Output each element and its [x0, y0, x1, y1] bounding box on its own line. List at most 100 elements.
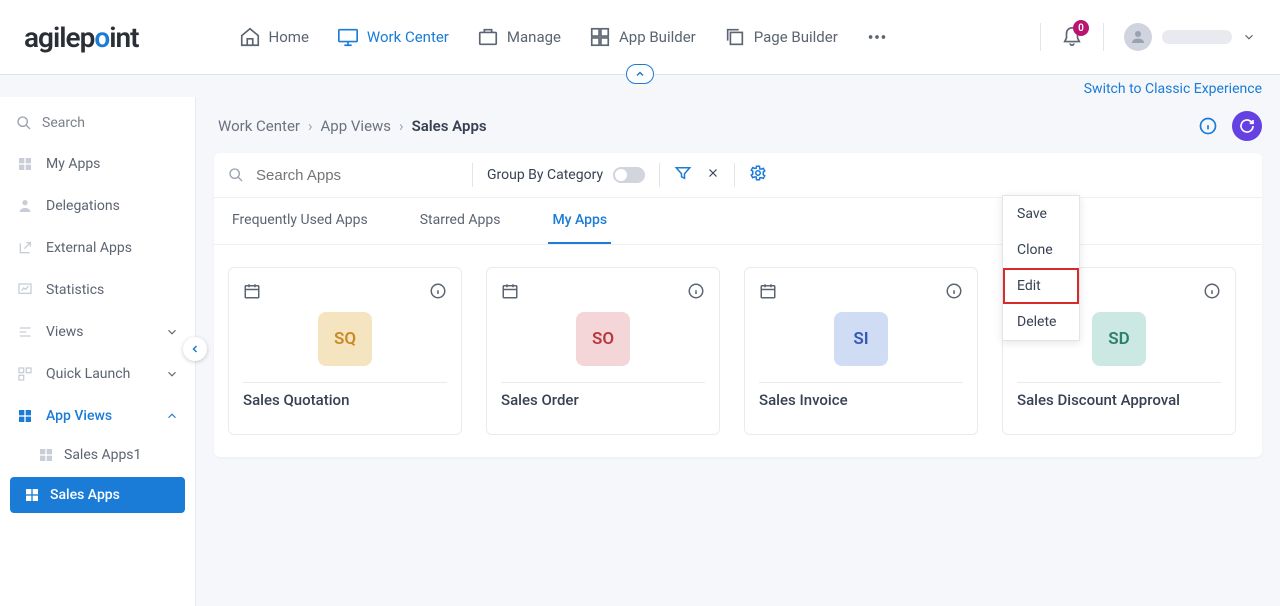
sidebar-label: Quick Launch: [46, 366, 130, 382]
refresh-button[interactable]: [1232, 111, 1262, 141]
info-icon[interactable]: [687, 282, 705, 300]
tab-frequently-used[interactable]: Frequently Used Apps: [228, 198, 372, 244]
sidebar-section-appviews[interactable]: App Views: [0, 395, 195, 437]
dd-clone[interactable]: Clone: [1003, 232, 1079, 268]
top-right: 0: [1040, 23, 1256, 51]
settings-button[interactable]: [749, 164, 767, 186]
divider: [659, 163, 660, 187]
sidebar-item-my-apps[interactable]: My Apps: [0, 143, 195, 185]
appviews-icon: [16, 407, 34, 425]
logo: agilepoint: [24, 21, 139, 54]
chevron-down-icon: [1242, 30, 1256, 44]
dd-save[interactable]: Save: [1003, 196, 1079, 232]
chevron-up-icon: [165, 409, 179, 423]
nav-label: Page Builder: [754, 28, 838, 46]
divider: [759, 382, 963, 383]
monitor-icon: [337, 26, 359, 48]
breadcrumb-item[interactable]: App Views: [321, 117, 392, 135]
info-icon[interactable]: [1203, 282, 1221, 300]
chevron-up-icon: [634, 68, 646, 80]
divider: [243, 382, 447, 383]
sidebar: Search My Apps Delegations External Apps…: [0, 97, 196, 606]
breadcrumb-item[interactable]: Work Center: [218, 117, 300, 135]
clear-filter-button[interactable]: [706, 166, 720, 184]
close-icon: [706, 166, 720, 180]
lines-icon: [16, 323, 34, 341]
info-icon[interactable]: [1198, 116, 1218, 136]
divider: [1040, 23, 1041, 51]
tab-my-apps[interactable]: My Apps: [548, 198, 611, 244]
card-title: Sales Quotation: [243, 391, 447, 409]
appviews-child-salesapps1[interactable]: Sales Apps1: [0, 437, 195, 473]
dd-delete[interactable]: Delete: [1003, 304, 1079, 340]
nav-label: Home: [269, 28, 309, 46]
breadcrumb: Work Center › App Views › Sales Apps: [214, 97, 1262, 153]
chart-icon: [16, 281, 34, 299]
cards-grid: SQ Sales Quotation SO Sales Order: [214, 245, 1262, 457]
calendar-icon: [759, 282, 777, 300]
tabs: Frequently Used Apps Starred Apps My App…: [214, 198, 1262, 245]
nav-app-builder[interactable]: App Builder: [589, 26, 696, 48]
nav-page-builder[interactable]: Page Builder: [724, 26, 838, 48]
group-by-category: Group By Category: [487, 167, 645, 183]
nav-work-center[interactable]: Work Center: [337, 26, 449, 48]
card-badge: SQ: [318, 312, 372, 366]
chevron-down-icon: [165, 325, 179, 339]
app-card[interactable]: SO Sales Order: [486, 267, 720, 435]
user-name: [1162, 30, 1232, 44]
sidebar-item-delegations[interactable]: Delegations: [0, 185, 195, 227]
divider: [501, 382, 705, 383]
nav-label: Manage: [507, 28, 561, 46]
user-menu[interactable]: [1124, 23, 1256, 51]
sidebar-label: App Views: [46, 408, 112, 424]
notifications-button[interactable]: 0: [1061, 26, 1083, 48]
info-icon[interactable]: [429, 282, 447, 300]
divider: [1103, 23, 1104, 51]
sidebar-item-statistics[interactable]: Statistics: [0, 269, 195, 311]
topbar: agilepoint Home Work Center Manage App B…: [0, 0, 1280, 75]
calendar-icon: [501, 282, 519, 300]
nav-home[interactable]: Home: [239, 26, 309, 48]
settings-dropdown: Save Clone Edit Delete: [1002, 195, 1080, 341]
grid-icon: [38, 447, 54, 463]
app-card[interactable]: SI Sales Invoice: [744, 267, 978, 435]
chevron-down-icon: [165, 367, 179, 381]
collapse-topbar-button[interactable]: [626, 64, 654, 84]
card-badge: SI: [834, 312, 888, 366]
search-icon: [16, 115, 32, 131]
sidebar-section-quicklaunch[interactable]: Quick Launch: [0, 353, 195, 395]
search-apps[interactable]: [228, 167, 458, 184]
launch-icon: [16, 365, 34, 383]
calendar-icon: [243, 282, 261, 300]
sidebar-label: My Apps: [46, 156, 100, 172]
nav-manage[interactable]: Manage: [477, 26, 561, 48]
nav-label: App Builder: [619, 28, 696, 46]
app-card[interactable]: SQ Sales Quotation: [228, 267, 462, 435]
briefcase-icon: [477, 26, 499, 48]
sidebar-label: Statistics: [46, 282, 104, 298]
avatar-icon: [1124, 23, 1152, 51]
divider: [734, 163, 735, 187]
sidebar-label: Sales Apps: [50, 487, 120, 503]
appviews-child-salesapps[interactable]: Sales Apps: [10, 477, 185, 513]
info-icon[interactable]: [945, 282, 963, 300]
search-input[interactable]: [256, 167, 458, 184]
sidebar-label: Delegations: [46, 198, 120, 214]
sidebar-label: Sales Apps1: [64, 447, 141, 463]
breadcrumb-sep: ›: [308, 117, 313, 135]
nav-more[interactable]: [866, 26, 888, 48]
grid-icon: [589, 26, 611, 48]
sidebar-section-views[interactable]: Views: [0, 311, 195, 353]
home-icon: [239, 26, 261, 48]
sidebar-item-external-apps[interactable]: External Apps: [0, 227, 195, 269]
tab-starred[interactable]: Starred Apps: [416, 198, 505, 244]
sidebar-label: Views: [46, 324, 84, 340]
sidebar-search[interactable]: Search: [0, 109, 195, 143]
gear-icon: [749, 164, 767, 182]
grid-icon: [24, 487, 40, 503]
nav-label: Work Center: [367, 28, 449, 46]
groupby-toggle[interactable]: [613, 167, 645, 183]
dd-edit[interactable]: Edit: [1003, 268, 1079, 304]
sidebar-label: External Apps: [46, 240, 132, 256]
filter-button[interactable]: [674, 164, 692, 186]
